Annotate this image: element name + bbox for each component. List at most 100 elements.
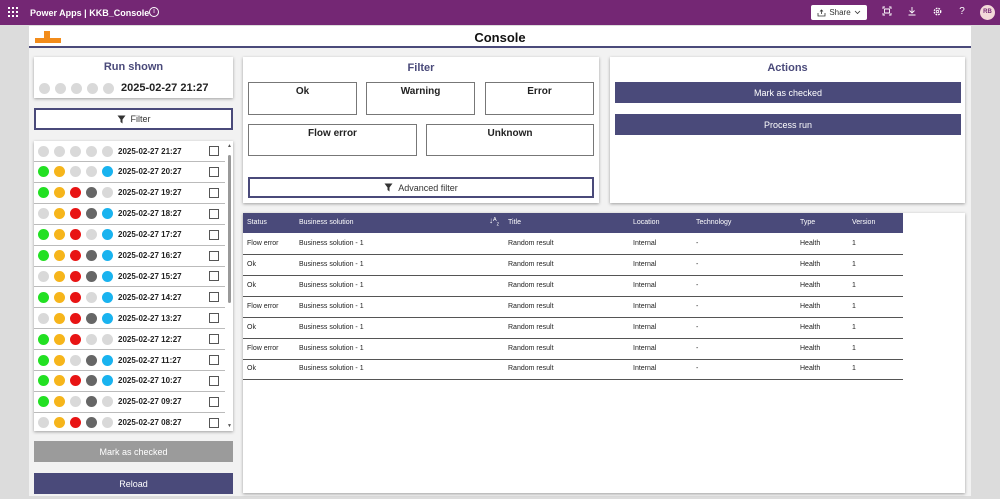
col-location[interactable]: Location — [633, 219, 659, 226]
cell-status: Ok — [247, 281, 256, 289]
scroll-up-icon[interactable]: ▲ — [227, 143, 232, 149]
run-list-item[interactable]: 2025-02-27 18:27 — [34, 204, 225, 225]
run-list-item[interactable]: 2025-02-27 20:27 — [34, 162, 225, 183]
col-technology[interactable]: Technology — [696, 219, 731, 226]
left-mark-checked-button[interactable]: Mark as checked — [34, 441, 233, 462]
cell-status: Flow error — [247, 302, 279, 310]
waffle-icon[interactable] — [8, 7, 18, 17]
sort-az-icon[interactable]: ↓ᴬz — [489, 216, 499, 228]
run-checkbox[interactable] — [209, 417, 219, 428]
run-list-item[interactable]: 2025-02-27 08:27 — [34, 413, 225, 431]
fit-icon[interactable] — [881, 6, 893, 18]
run-timestamp: 2025-02-27 19:27 — [118, 188, 182, 198]
run-checkbox[interactable] — [209, 292, 219, 303]
advanced-filter-button[interactable]: Advanced filter — [248, 177, 594, 198]
filter-button[interactable]: Filter — [34, 108, 233, 130]
app-canvas: Console Run shown 2025-02-27 21:27 Filte… — [29, 26, 971, 496]
run-checkbox[interactable] — [209, 271, 219, 282]
table-row[interactable]: Ok Business solution - 1 Random result Inte… — [243, 255, 903, 276]
status-dot — [86, 333, 97, 345]
gear-icon[interactable] — [931, 6, 943, 18]
col-version[interactable]: Version — [852, 219, 875, 226]
run-list-item[interactable]: 2025-02-27 15:27 — [34, 266, 225, 288]
reload-button[interactable]: Reload — [34, 473, 233, 494]
status-dot — [70, 417, 81, 429]
col-title[interactable]: Title — [508, 219, 521, 226]
page-title: Console — [474, 30, 526, 45]
table-row[interactable]: Flow error Business solution - 1 Random re… — [243, 297, 903, 318]
col-business-solution[interactable]: Business solution — [299, 219, 353, 226]
cell-technology: - — [696, 281, 699, 289]
run-checkbox[interactable] — [209, 313, 219, 324]
run-checkbox[interactable] — [209, 187, 219, 198]
help-icon[interactable]: ? — [956, 6, 968, 18]
cell-version: 1 — [852, 240, 856, 247]
run-list-item[interactable]: 2025-02-27 17:27 — [34, 225, 225, 246]
run-checkbox[interactable] — [209, 208, 219, 219]
filter-option-warning[interactable]: Warning — [366, 82, 475, 115]
download-icon[interactable] — [906, 6, 918, 18]
run-timestamp: 2025-02-27 11:27 — [118, 355, 182, 365]
run-list[interactable]: 2025-02-27 21:27 2025-02-27 20:27 2025-02-… — [34, 141, 233, 431]
run-checkbox[interactable] — [209, 396, 219, 407]
run-list-item[interactable]: 2025-02-27 14:27 — [34, 287, 225, 309]
table-row[interactable]: Ok Business solution - 1 Random result Inte… — [243, 359, 903, 381]
run-list-item[interactable]: 2025-02-27 12:27 — [34, 329, 225, 351]
run-checkbox[interactable] — [209, 375, 219, 386]
app-topbar: Power Apps | KKB_Console i Share ? RB — [0, 0, 1000, 25]
col-status[interactable]: Status — [247, 219, 267, 226]
run-list-item[interactable]: 2025-02-27 09:27 — [34, 392, 225, 413]
status-dot — [38, 291, 49, 303]
cell-location: Internal — [633, 344, 657, 352]
run-checkbox[interactable] — [209, 355, 219, 365]
cell-technology: - — [696, 240, 699, 247]
status-dot — [70, 354, 81, 366]
results-table: Status Business solution ↓ᴬz Title Locat… — [243, 213, 965, 493]
run-timestamp: 2025-02-27 14:27 — [118, 292, 182, 302]
run-list-item[interactable]: 2025-02-27 16:27 — [34, 246, 225, 267]
filter-option-ok[interactable]: Ok — [248, 82, 357, 115]
run-checkbox[interactable] — [209, 334, 219, 345]
run-checkbox[interactable] — [209, 250, 219, 261]
run-list-item[interactable]: 2025-02-27 10:27 — [34, 371, 225, 392]
share-button[interactable]: Share — [811, 5, 867, 20]
run-timestamp: 2025-02-27 12:27 — [118, 334, 182, 344]
cell-version: 1 — [852, 344, 856, 352]
status-dot — [102, 333, 113, 345]
filter-option-error[interactable]: Error — [485, 82, 594, 115]
status-dot — [38, 187, 49, 199]
col-type[interactable]: Type — [800, 219, 815, 226]
status-dot — [54, 354, 65, 366]
run-shown-card: Run shown 2025-02-27 21:27 — [34, 57, 233, 98]
cell-type: Health — [800, 281, 821, 289]
actions-mark-checked-button[interactable]: Mark as checked — [615, 82, 961, 103]
info-icon[interactable]: i — [149, 7, 159, 17]
run-checkbox[interactable] — [209, 146, 219, 156]
cell-type: Health — [800, 344, 821, 352]
table-row[interactable]: Flow error Business solution - 1 Random re… — [243, 339, 903, 360]
scroll-thumb[interactable] — [228, 155, 231, 303]
status-dot — [86, 354, 97, 366]
status-dot — [70, 229, 81, 241]
cell-version: 1 — [852, 302, 856, 310]
run-checkbox[interactable] — [209, 229, 219, 240]
filter-button-label: Filter — [130, 114, 151, 124]
table-row[interactable]: Ok Business solution - 1 Random result Inte… — [243, 276, 903, 297]
run-checkbox[interactable] — [209, 166, 219, 177]
filter-option-unknown[interactable]: Unknown — [426, 124, 594, 156]
status-dot — [54, 250, 65, 261]
status-dot — [54, 187, 65, 199]
status-dot — [86, 375, 97, 387]
process-run-button[interactable]: Process run — [615, 114, 961, 135]
run-list-item[interactable]: 2025-02-27 19:27 — [34, 183, 225, 204]
filter-option-flow-error[interactable]: Flow error — [248, 124, 417, 156]
cell-status: Flow error — [247, 240, 279, 247]
run-list-item[interactable]: 2025-02-27 21:27 — [34, 141, 225, 162]
table-row[interactable]: Flow error Business solution - 1 Random re… — [243, 234, 903, 255]
run-list-item[interactable]: 2025-02-27 13:27 — [34, 308, 225, 330]
scroll-down-icon[interactable]: ▼ — [227, 423, 232, 429]
run-list-scrollbar[interactable]: ▲ ▼ — [227, 141, 233, 431]
avatar[interactable]: RB — [980, 5, 995, 20]
run-list-item[interactable]: 2025-02-27 11:27 — [34, 350, 225, 371]
table-row[interactable]: Ok Business solution - 1 Random result Inte… — [243, 318, 903, 339]
